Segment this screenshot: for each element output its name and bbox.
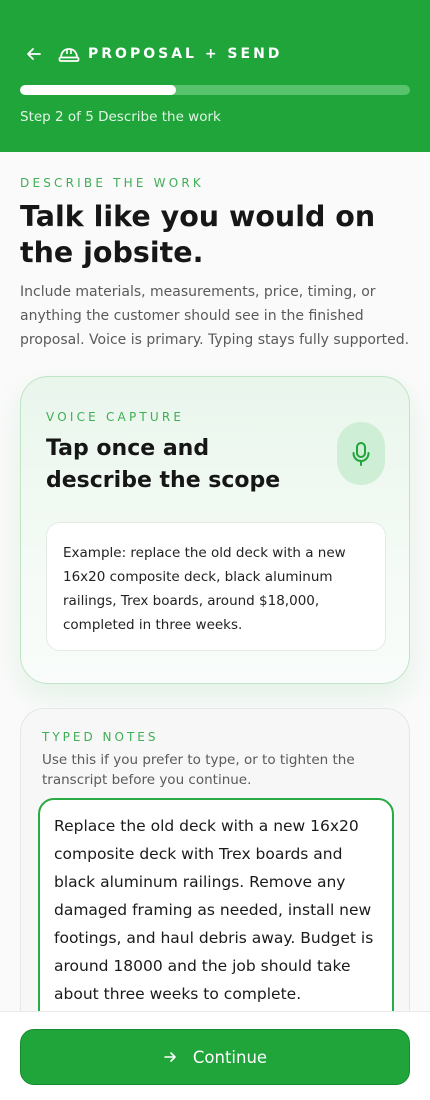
typed-help-text: Use this if you prefer to type, or to ti… (42, 752, 355, 788)
back-button[interactable] (24, 44, 44, 64)
bottom-bar: Continue (0, 1011, 430, 1100)
microphone-icon (352, 441, 370, 466)
step-indicator: Step 2 of 5 Describe the work (20, 109, 221, 125)
page-title: Talk like you would on the jobsite. (20, 200, 376, 269)
voice-example: Example: replace the old deck with a new… (46, 522, 386, 651)
voice-capture-card: VOICE CAPTURE Tap once and describe the … (20, 376, 410, 684)
continue-label: Continue (192, 1047, 268, 1067)
back-arrow-icon (27, 48, 41, 60)
typed-kicker: TYPED NOTES (42, 730, 159, 744)
intro-text: Include materials, measurements, price, … (20, 284, 410, 348)
voice-kicker: VOICE CAPTURE (46, 410, 185, 424)
header-row: PROPOSAL + SEND (24, 44, 282, 64)
app-header: PROPOSAL + SEND Step 2 of 5 Describe the… (0, 0, 430, 152)
progress-bar (20, 85, 410, 95)
progress-fill (20, 85, 176, 95)
voice-title: Tap once and describe the scope (46, 436, 281, 493)
continue-button[interactable]: Continue (20, 1029, 410, 1085)
section-kicker: DESCRIBE THE WORK (20, 176, 204, 190)
arrow-right-icon (164, 1052, 176, 1062)
record-button[interactable] (337, 422, 385, 485)
hard-hat-icon (58, 44, 80, 64)
header-title: PROPOSAL + SEND (88, 46, 283, 62)
